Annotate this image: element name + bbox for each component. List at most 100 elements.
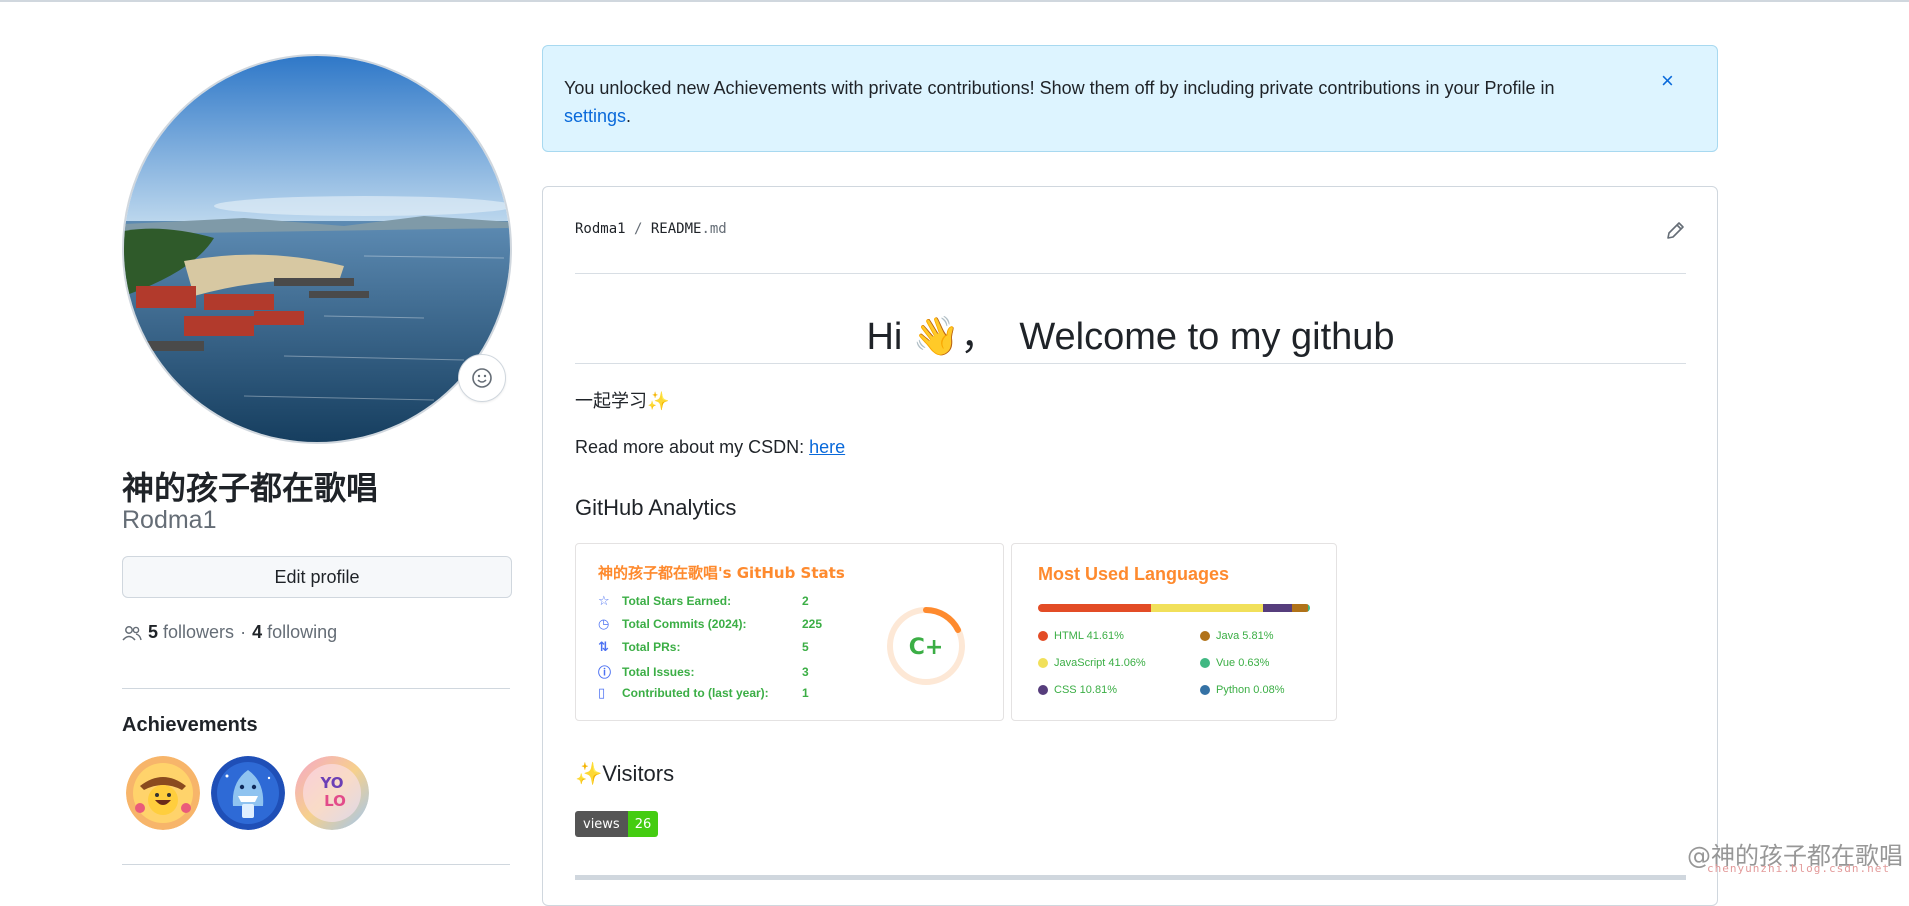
readme-file-link[interactable]: README.md xyxy=(651,221,727,237)
breadcrumb-separator: / xyxy=(626,221,651,237)
grade-text: C+ xyxy=(909,635,944,660)
language-dot xyxy=(1200,685,1210,695)
top-languages-card[interactable]: Most Used Languages HTML 41.61% JavaScri… xyxy=(1011,543,1337,721)
readme-title-welcome: Welcome to my github xyxy=(1019,316,1394,358)
language-label: CSS 10.81% xyxy=(1054,684,1117,696)
readme-breadcrumb: Rodma1 / README.md xyxy=(575,221,727,237)
followers-link[interactable]: 5 followers xyxy=(148,622,234,643)
avatar[interactable] xyxy=(122,54,512,444)
csdn-here-link[interactable]: here xyxy=(809,437,845,457)
svg-text:YO: YO xyxy=(319,774,343,792)
language-label: Java 5.81% xyxy=(1216,630,1273,642)
stat-value: 2 xyxy=(802,594,809,608)
language-item-python: Python 0.08% xyxy=(1200,684,1285,696)
language-dot xyxy=(1038,631,1048,641)
follow-separator: · xyxy=(240,622,246,643)
readme-header-divider xyxy=(575,273,1686,274)
stat-row-issues: ⓘ Total Issues: 3 xyxy=(598,662,809,681)
csdn-text: Read more about my CSDN: xyxy=(575,437,809,457)
language-dot xyxy=(1038,658,1048,668)
pull-request-icon: ⇅ xyxy=(598,639,614,655)
language-dot xyxy=(1200,631,1210,641)
stat-label: Total Commits (2024): xyxy=(622,617,802,631)
language-label: JavaScript 41.06% xyxy=(1054,657,1146,669)
edit-readme-button[interactable] xyxy=(1665,221,1685,246)
readme-file-base: README xyxy=(651,221,702,237)
profile-display-name: 神的孩子都在歌唱 xyxy=(122,463,378,509)
stat-label: Contributed to (last year): xyxy=(622,686,802,700)
readme-title-greeting: Hi 👋， xyxy=(866,316,998,358)
stat-row-prs: ⇅ Total PRs: 5 xyxy=(598,639,809,655)
stat-label: Total Issues: xyxy=(622,665,802,679)
following-link[interactable]: 4 following xyxy=(252,622,337,643)
achievements-flash-notice: You unlocked new Achievements with priva… xyxy=(542,45,1718,152)
analytics-heading: GitHub Analytics xyxy=(575,495,736,521)
language-item-vue: Vue 0.63% xyxy=(1200,657,1269,669)
language-bar-segment xyxy=(1038,604,1151,612)
history-icon: ◷ xyxy=(598,616,614,632)
stat-row-stars: ☆ Total Stars Earned: 2 xyxy=(598,593,809,609)
readme-owner-link[interactable]: Rodma1 xyxy=(575,221,626,237)
readme-line-csdn: Read more about my CSDN: here xyxy=(575,437,845,458)
stat-label: Total PRs: xyxy=(622,640,802,654)
close-icon[interactable]: × xyxy=(1661,68,1674,94)
following-label: following xyxy=(267,622,337,642)
stat-value: 5 xyxy=(802,640,809,654)
languages-progress-bar xyxy=(1038,604,1310,612)
pencil-icon xyxy=(1665,221,1685,241)
flash-message: You unlocked new Achievements with priva… xyxy=(564,74,1624,130)
github-stats-card[interactable]: 神的孩子都在歌唱's GitHub Stats ☆ Total Stars Ea… xyxy=(575,543,1004,721)
language-bar-segment xyxy=(1292,604,1308,612)
readme-line-study: 一起学习✨ xyxy=(575,387,669,413)
readme-file-ext: .md xyxy=(701,221,726,237)
stat-label: Total Stars Earned: xyxy=(622,594,802,608)
set-status-button[interactable] xyxy=(458,354,506,402)
top-border xyxy=(0,0,1909,2)
language-dot xyxy=(1038,685,1048,695)
language-item-javascript: JavaScript 41.06% xyxy=(1038,657,1146,669)
achievements-title: Achievements xyxy=(122,714,258,737)
stat-value: 3 xyxy=(802,665,809,679)
language-item-java: Java 5.81% xyxy=(1200,630,1273,642)
edit-profile-button[interactable]: Edit profile xyxy=(122,556,512,598)
grade-ring: C+ xyxy=(884,604,968,688)
flash-trailing: . xyxy=(626,106,631,126)
people-icon xyxy=(122,625,142,641)
svg-text:LO: LO xyxy=(324,792,346,810)
language-bar-segment xyxy=(1151,604,1263,612)
views-badge-count: 26 xyxy=(628,811,659,837)
issue-icon: ⓘ xyxy=(598,662,614,681)
stats-card-title: 神的孩子都在歌唱's GitHub Stats xyxy=(598,562,845,583)
views-badge-label: views xyxy=(575,811,628,837)
languages-card-title: Most Used Languages xyxy=(1038,564,1229,585)
language-item-css: CSS 10.81% xyxy=(1038,684,1117,696)
sidebar-divider xyxy=(122,688,510,689)
shark-achievement-badge[interactable] xyxy=(211,756,285,830)
flash-settings-link[interactable]: settings xyxy=(564,106,626,126)
title-underline xyxy=(575,363,1686,364)
smiley-icon xyxy=(471,367,493,389)
profile-username: Rodma1 xyxy=(122,506,217,535)
language-bar-segment xyxy=(1263,604,1292,612)
follow-stats: 5 followers · 4 following xyxy=(122,622,337,643)
stat-row-contributed: ▯ Contributed to (last year): 1 xyxy=(598,685,809,701)
language-label: Python 0.08% xyxy=(1216,684,1285,696)
language-label: Vue 0.63% xyxy=(1216,657,1269,669)
star-icon: ☆ xyxy=(598,593,614,609)
csdn-watermark-url: chenyunzhi.blog.csdn.net xyxy=(1707,862,1890,875)
cowboy-achievement-badge[interactable] xyxy=(126,756,200,830)
readme-bottom-bar xyxy=(575,875,1686,880)
visitors-heading: ✨Visitors xyxy=(575,761,674,787)
stat-value: 1 xyxy=(802,686,809,700)
language-dot xyxy=(1200,658,1210,668)
readme-title: Hi 👋， Welcome to my github xyxy=(575,305,1686,360)
followers-count: 5 xyxy=(148,622,158,642)
yolo-achievement-badge[interactable]: YO LO xyxy=(295,756,369,830)
profile-readme: Rodma1 / README.md Hi 👋， Welcome to my g… xyxy=(542,186,1718,906)
stat-value: 225 xyxy=(802,617,822,631)
language-item-html: HTML 41.61% xyxy=(1038,630,1124,642)
language-label: HTML 41.61% xyxy=(1054,630,1124,642)
avatar-container xyxy=(122,54,512,444)
views-badge: views 26 xyxy=(575,811,658,837)
followers-label: followers xyxy=(163,622,234,642)
